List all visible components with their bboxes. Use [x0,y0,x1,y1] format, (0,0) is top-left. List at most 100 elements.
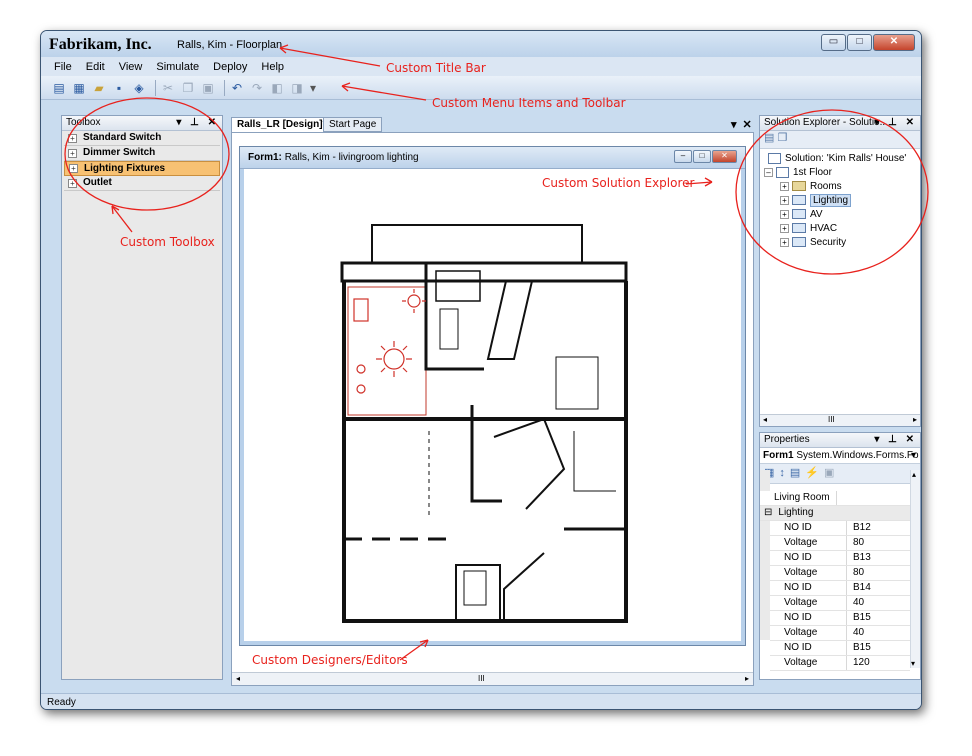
toolbar-options-icon[interactable]: ▾ [309,80,317,96]
menu-edit[interactable]: Edit [79,61,112,73]
property-value[interactable]: 80 [847,536,864,550]
expand-icon[interactable]: + [68,178,77,188]
property-row[interactable]: NO ID B14 [770,581,910,596]
expand-icon[interactable]: + [780,209,789,219]
floorplan-image[interactable] [244,169,741,645]
scroll-down-icon[interactable]: ▾ [911,659,915,668]
property-row[interactable]: Voltage 80 [770,536,910,551]
properties-scrollbar[interactable]: ▴ ▾ [910,470,920,668]
properties-view-icon[interactable]: ▤ [790,467,805,479]
expand-icon[interactable]: + [69,164,78,173]
save-icon[interactable]: ▪ [111,80,127,96]
menu-file[interactable]: File [47,61,79,73]
document-window-controls[interactable]: ▾✕ [731,118,758,131]
scroll-up-icon[interactable]: ▴ [912,470,916,479]
tab-start-page[interactable]: Start Page [323,117,383,132]
expand-icon[interactable]: + [780,195,789,205]
tree-item-lighting[interactable]: + Lighting [780,194,852,208]
close-button[interactable]: ✕ [873,34,915,51]
panel-controls[interactable]: ▾ ⊥ ✕ [874,116,917,130]
property-row[interactable]: NO ID B15 [770,611,910,626]
property-value[interactable]: 80 [847,566,864,580]
title-bar[interactable]: Fabrikam, Inc. Ralls, Kim - Floorplan ▭ … [41,31,921,57]
form-title-bar[interactable]: Form1: Ralls, Kim - livingroom lighting … [240,147,745,169]
object-selector[interactable]: Form1 System.Windows.Forms.Fo ▾ [760,448,920,464]
property-value[interactable]: B14 [847,581,871,595]
tree-item-av[interactable]: + AV [780,208,823,222]
form-minimize-button[interactable]: – [674,150,692,163]
scroll-right-icon[interactable]: ▸ [913,415,917,424]
menu-simulate[interactable]: Simulate [149,61,206,73]
toolbox-item-lighting-fixtures[interactable]: + Lighting Fixtures [64,161,220,176]
property-row[interactable]: Living Room [760,491,910,506]
redo-icon[interactable]: ↷ [249,80,265,96]
scroll-left-icon[interactable]: ◂ [236,674,240,683]
panel-controls[interactable]: ▾ ⊥ ✕ [176,116,219,130]
property-row[interactable]: NO ID B12 [770,521,910,536]
property-value[interactable]: B15 [847,641,871,655]
show-all-files-icon[interactable]: ❐ [777,132,787,144]
add-item-icon[interactable]: ▦ [71,80,87,96]
property-category[interactable]: ⊟ Lighting [760,506,910,521]
property-row[interactable]: Voltage 80 [770,566,910,581]
property-value[interactable]: 40 [847,596,864,610]
designer-horizontal-scrollbar[interactable]: ◂ III ▸ [232,672,753,685]
form-maximize-button[interactable]: □ [693,150,711,163]
property-value[interactable]: B15 [847,611,871,625]
cut-icon[interactable]: ✂ [160,80,176,96]
tab-ralls-lr-design[interactable]: Ralls_LR [Design]* [231,117,333,132]
tree-1st-floor[interactable]: – 1st Floor [764,166,832,180]
designer-form[interactable]: Form1: Ralls, Kim - livingroom lighting … [240,147,745,645]
menu-help[interactable]: Help [254,61,291,73]
properties-icon[interactable]: ▤ [764,132,774,144]
expand-icon[interactable]: + [780,181,789,191]
maximize-button[interactable]: □ [847,34,872,51]
tree-item-hvac[interactable]: + HVAC [780,222,837,236]
tree-item-security[interactable]: + Security [780,236,846,250]
collapse-icon[interactable]: ⊟ [764,506,772,520]
property-value[interactable]: B12 [847,521,871,535]
property-pages-icon[interactable]: ▣ [824,467,839,479]
solution-explorer-scrollbar[interactable]: ◂ III ▸ [760,414,920,426]
panel-controls[interactable]: ▾ ⊥ ✕ [874,433,917,447]
open-icon[interactable]: ▰ [91,80,107,96]
collapse-icon[interactable]: – [764,167,773,177]
property-row[interactable]: Voltage 40 [770,626,910,641]
new-project-icon[interactable]: ▤ [51,80,67,96]
menu-view[interactable]: View [112,61,150,73]
form-close-button[interactable]: ✕ [712,150,737,163]
chevron-down-icon[interactable]: ▾ [911,448,916,463]
toolbar-separator [155,79,156,96]
expand-icon[interactable]: + [68,133,77,143]
property-value[interactable]: B13 [847,551,871,565]
expand-icon[interactable]: + [780,223,789,233]
undo-icon[interactable]: ↶ [229,80,245,96]
tree-solution[interactable]: Solution: 'Kim Ralls' House' [768,152,906,166]
expand-icon[interactable]: + [68,148,77,158]
property-row[interactable]: Voltage 120 [770,656,910,671]
navigate-back-icon[interactable]: ◧ [269,80,285,96]
toolbox-item-standard-switch[interactable]: + Standard Switch [64,131,220,146]
designer-area[interactable]: Form1: Ralls, Kim - livingroom lighting … [231,132,754,686]
copy-icon[interactable]: ❐ [180,80,196,96]
tree-item-rooms[interactable]: + Rooms [780,180,842,194]
property-row[interactable]: Voltage 40 [770,596,910,611]
toolbox-item-dimmer-switch[interactable]: + Dimmer Switch [64,146,220,161]
paste-icon[interactable]: ▣ [200,80,216,96]
scroll-thumb[interactable]: III [828,415,835,424]
scroll-thumb[interactable]: III [478,674,485,683]
navigate-forward-icon[interactable]: ◨ [289,80,305,96]
scroll-left-icon[interactable]: ◂ [763,415,767,424]
property-value[interactable]: 120 [847,656,870,670]
toolbox-item-outlet[interactable]: + Outlet [64,176,220,191]
minimize-button[interactable]: ▭ [821,34,846,51]
menu-deploy[interactable]: Deploy [206,61,254,73]
alphabetical-icon[interactable]: ↕ [779,467,790,479]
save-all-icon[interactable]: ◈ [131,80,147,96]
events-icon[interactable]: ⚡ [805,467,824,479]
property-row[interactable]: NO ID B15 [770,641,910,656]
property-value[interactable]: 40 [847,626,864,640]
property-row[interactable]: NO ID B13 [770,551,910,566]
scroll-right-icon[interactable]: ▸ [745,674,749,683]
expand-icon[interactable]: + [780,237,789,247]
